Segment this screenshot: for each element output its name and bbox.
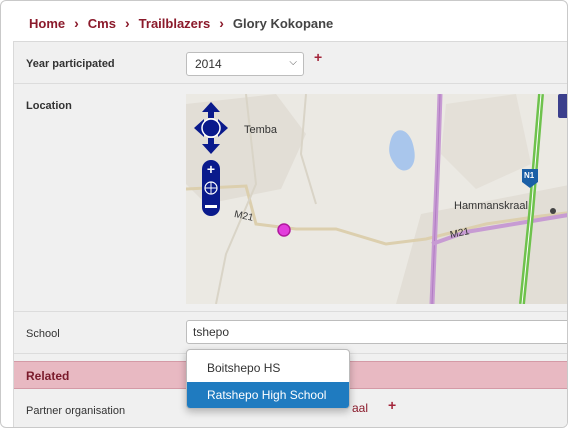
year-row: Year participated 2014 ⌵ + [14, 42, 567, 84]
school-input[interactable]: tshepo [186, 320, 567, 344]
dropdown-option-boitshepo[interactable]: Boitshepo HS [187, 355, 349, 381]
chevron-right-icon: › [124, 15, 130, 31]
breadcrumb-trailblazers-link[interactable]: Trailblazers [139, 16, 211, 31]
page-frame: Home › Cms › Trailblazers › Glory Kokopa… [0, 0, 568, 428]
map-label-temba: Temba [244, 124, 278, 136]
breadcrumb-home-link[interactable]: Home [29, 16, 65, 31]
breadcrumb-cms-link[interactable]: Cms [88, 16, 116, 31]
chevron-right-icon: › [219, 15, 224, 31]
breadcrumb-current: Glory Kokopane [232, 15, 334, 31]
map-label-hammanskraal: Hammanskraal [454, 200, 528, 212]
related-section-title: Related [26, 369, 70, 383]
school-autocomplete-dropdown: Boitshepo HS Ratshepo High School [186, 349, 350, 409]
location-map[interactable]: Temba Hammanskraal M21 M21 N1 + [186, 94, 567, 304]
add-partner-button[interactable]: + [388, 397, 396, 413]
location-marker-icon[interactable] [277, 223, 291, 237]
breadcrumb: Home › Cms › Trailblazers › Glory Kokopa… [29, 13, 333, 33]
school-row: School tshepo [14, 312, 567, 354]
dropdown-option-ratshepo[interactable]: Ratshepo High School [187, 382, 349, 408]
school-label: School [26, 328, 60, 340]
map-label-route-shield: N1 [524, 171, 535, 180]
partner-label: Partner organisation [26, 405, 126, 417]
map-pan-control[interactable] [194, 102, 228, 154]
partner-link[interactable]: aal [352, 401, 368, 415]
year-label: Year participated [26, 58, 115, 70]
chevron-right-icon: › [74, 15, 79, 31]
add-year-button[interactable]: + [314, 49, 322, 65]
zoom-in-icon[interactable]: + [207, 161, 215, 177]
map-navigation-control: + [194, 100, 228, 218]
location-row: Location Temba Hammanskraal M21 M21 N1 + [14, 84, 567, 312]
year-select-value: 2014 [195, 57, 222, 71]
chevron-down-icon: ⌵ [289, 57, 297, 68]
location-label: Location [26, 100, 72, 112]
zoom-out-icon[interactable] [205, 205, 217, 208]
year-select[interactable]: 2014 ⌵ [186, 52, 304, 76]
